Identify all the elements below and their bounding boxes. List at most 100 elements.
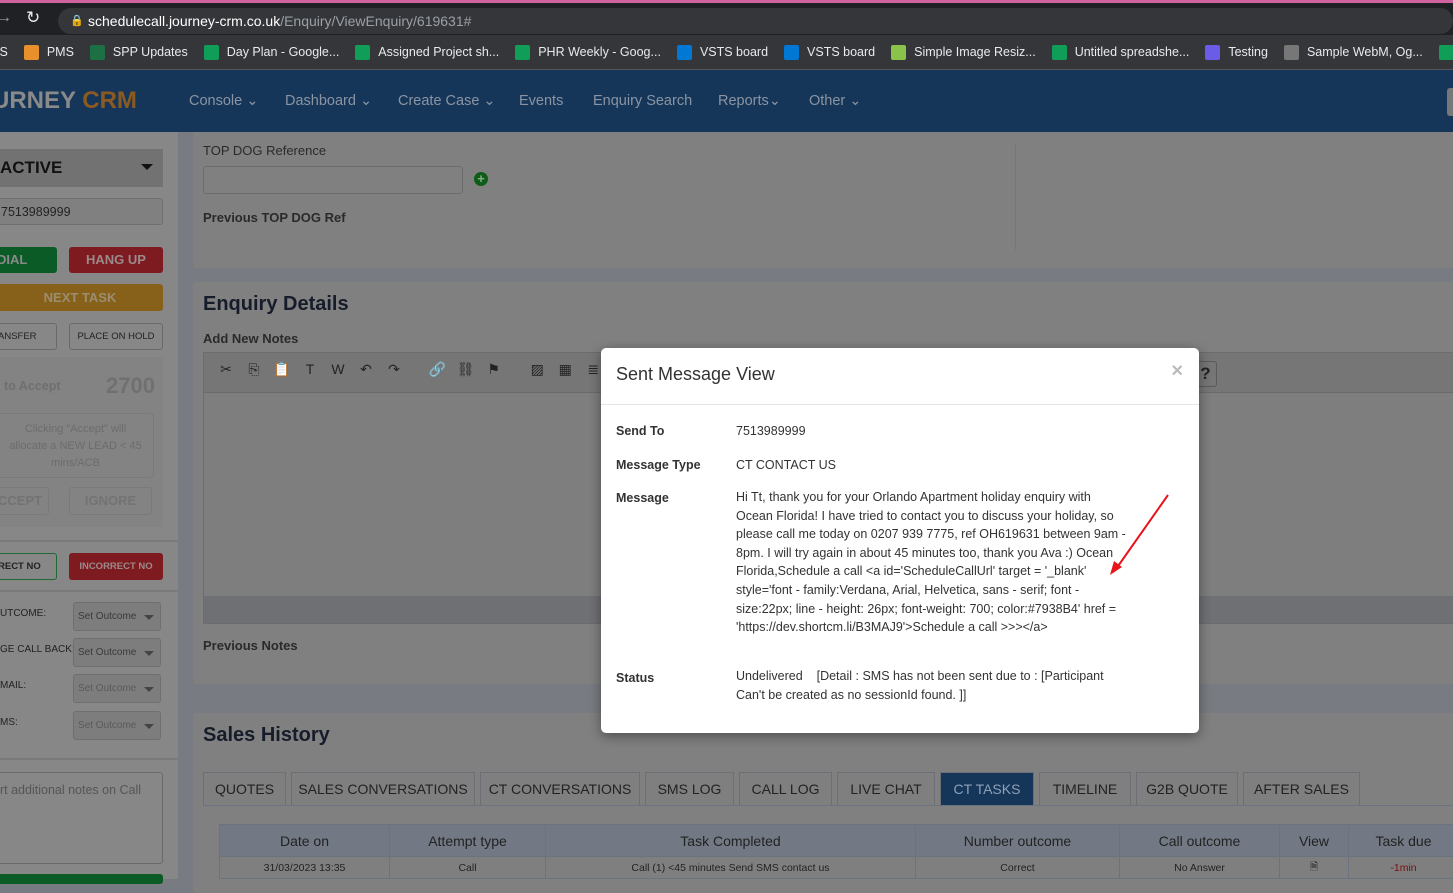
previous-notes-label: Previous Notes [203,638,298,653]
bookmark-item[interactable]: IS [0,45,8,59]
bookmark-item[interactable]: VSTS board [784,45,875,60]
tab-ct-tasks[interactable]: CT TASKS [940,772,1034,806]
previous-top-dog-label: Previous TOP DOG Ref [203,210,346,225]
phone-input[interactable]: 7513989999 [0,198,163,225]
anchor-flag-icon[interactable]: ⚑ [480,361,508,378]
cut-icon[interactable]: ✂ [212,361,240,378]
top-dog-label: TOP DOG Reference [203,143,326,158]
col-call-outcome: Call outcome [1120,825,1280,857]
view-document-icon[interactable]: 🗎 [1280,857,1349,879]
nav-other[interactable]: Other ⌄ [809,93,861,109]
bookmark-favicon-icon [1439,45,1453,60]
tab-live-chat[interactable]: LIVE CHAT [837,772,935,806]
accept-count: 2700 [106,373,155,399]
table-icon[interactable]: ▦ [551,361,579,378]
message-type-label: Message Type [616,458,701,472]
col-attempt-type: Attempt type [390,825,546,857]
link-icon[interactable]: 🔗 [424,361,452,378]
next-task-button[interactable]: NEXT TASK [0,284,163,311]
table-row: 31/03/2023 13:35 Call Call (1) <45 minut… [220,857,1453,879]
cell-call-outcome: No Answer [1120,857,1280,879]
nav-reports[interactable]: Reports⌄ [718,93,781,109]
bookmark-item[interactable]: SPP Updates [90,45,188,60]
paste-word-icon[interactable]: W [324,361,352,377]
sent-message-modal: Sent Message View × Send To7513989999 Me… [601,348,1199,733]
ignore-button[interactable]: IGNORE [69,487,152,515]
paste-icon[interactable]: 📋 [268,361,296,378]
bookmark-item[interactable]: Sample WebM, Og... [1284,45,1423,60]
bookmark-label: Testing [1228,45,1268,59]
address-bar[interactable]: 🔒 schedulecall.journey-crm.co.uk/Enquiry… [58,8,1453,34]
nav-console[interactable]: Console ⌄ [189,93,258,109]
transfer-button[interactable]: ANSFER [0,323,57,350]
incorrect-number-button[interactable]: INCORRECT NO [69,553,163,580]
divider [1015,144,1016,250]
unlink-icon[interactable]: ⛓ [452,361,480,378]
bookmark-item[interactable]: Assigned Project sh... [355,45,499,60]
bookmark-label: IS [0,45,8,59]
top-navbar: URNEY CRM Console ⌄ Dashboard ⌄ Create C… [0,70,1453,132]
undo-icon[interactable]: ↶ [352,361,380,378]
tab-quotes[interactable]: QUOTES [203,772,286,806]
add-icon[interactable]: + [474,172,488,186]
nav-dashboard[interactable]: Dashboard ⌄ [285,93,372,109]
tab-sales-conversations[interactable]: SALES CONVERSATIONS [291,772,475,806]
tab-g2b-quote[interactable]: G2B QUOTE [1136,772,1238,806]
app-logo[interactable]: URNEY CRM [0,87,137,115]
image-icon[interactable]: ▨ [523,361,551,378]
place-on-hold-button[interactable]: PLACE ON HOLD [69,323,163,350]
top-dog-input[interactable] [203,166,463,194]
hang-up-button[interactable]: HANG UP [69,247,163,273]
tab-after-sales[interactable]: AFTER SALES [1243,772,1360,806]
bookmark-item[interactable]: Testing [1205,45,1268,60]
bookmark-item[interactable]: TestCases [1439,45,1453,60]
tab-sms-log[interactable]: SMS LOG [645,772,734,806]
copy-icon[interactable]: ⎘ [240,361,268,378]
bookmark-item[interactable]: Day Plan - Google... [204,45,340,60]
bookmark-item[interactable]: PHR Weekly - Goog... [515,45,661,60]
status-dropdown[interactable]: ACTIVE [0,149,163,187]
col-date-on: Date on [220,825,390,857]
top-dog-panel: TOP DOG Reference + Previous TOP DOG Ref [193,132,1453,268]
caret-down-icon [141,164,153,176]
user-menu-button[interactable] [1447,88,1453,116]
paste-text-icon[interactable]: T [296,361,324,377]
bookmark-item[interactable]: Untitled spreadshe... [1052,45,1190,60]
dial-button[interactable]: DIAL [0,247,57,273]
bookmark-label: VSTS board [700,45,768,59]
cell-date: 31/03/2023 13:35 [220,857,390,879]
tab-call-log[interactable]: CALL LOG [739,772,832,806]
accept-button[interactable]: CCEPT [0,487,49,515]
call-notes-textarea[interactable]: rt additional notes on Call [0,772,163,864]
cell-number-outcome: Correct [916,857,1120,879]
outcome-select[interactable]: Set Outcome [73,602,161,631]
bookmark-item[interactable]: PMS [24,45,74,60]
callback-label: GE CALL BACK: [0,644,75,655]
status-value: Undelivered [Detail : SMS has not been s… [736,667,1131,704]
sms-label: MS: [0,717,18,728]
callback-select[interactable]: Set Outcome [73,638,161,667]
bookmark-favicon-icon [1205,45,1220,60]
bookmark-label: Sample WebM, Og... [1307,45,1423,59]
bookmark-item[interactable]: Simple Image Resiz... [891,45,1036,60]
save-button[interactable] [0,874,163,884]
reload-icon[interactable]: ↻ [26,8,40,28]
nav-create-case[interactable]: Create Case ⌄ [398,93,496,109]
add-notes-label: Add New Notes [203,331,298,346]
send-to-label: Send To [616,424,664,438]
correct-number-button[interactable]: RECT NO [0,553,57,580]
redo-icon[interactable]: ↷ [380,361,408,378]
email-select[interactable]: Set Outcome [73,674,161,703]
sms-select[interactable]: Set Outcome [73,711,161,740]
bookmark-favicon-icon [784,45,799,60]
bookmark-item[interactable]: VSTS board [677,45,768,60]
accept-note: Clicking "Accept" will allocate a NEW LE… [0,413,154,478]
nav-events[interactable]: Events [519,93,563,109]
close-icon[interactable]: × [1171,360,1183,383]
bookmark-favicon-icon [1284,45,1299,60]
nav-enquiry-search[interactable]: Enquiry Search [593,93,692,109]
tab-timeline[interactable]: TIMELINE [1039,772,1131,806]
forward-icon[interactable]: → [0,9,12,27]
divider [0,540,178,542]
tab-ct-conversations[interactable]: CT CONVERSATIONS [480,772,640,806]
